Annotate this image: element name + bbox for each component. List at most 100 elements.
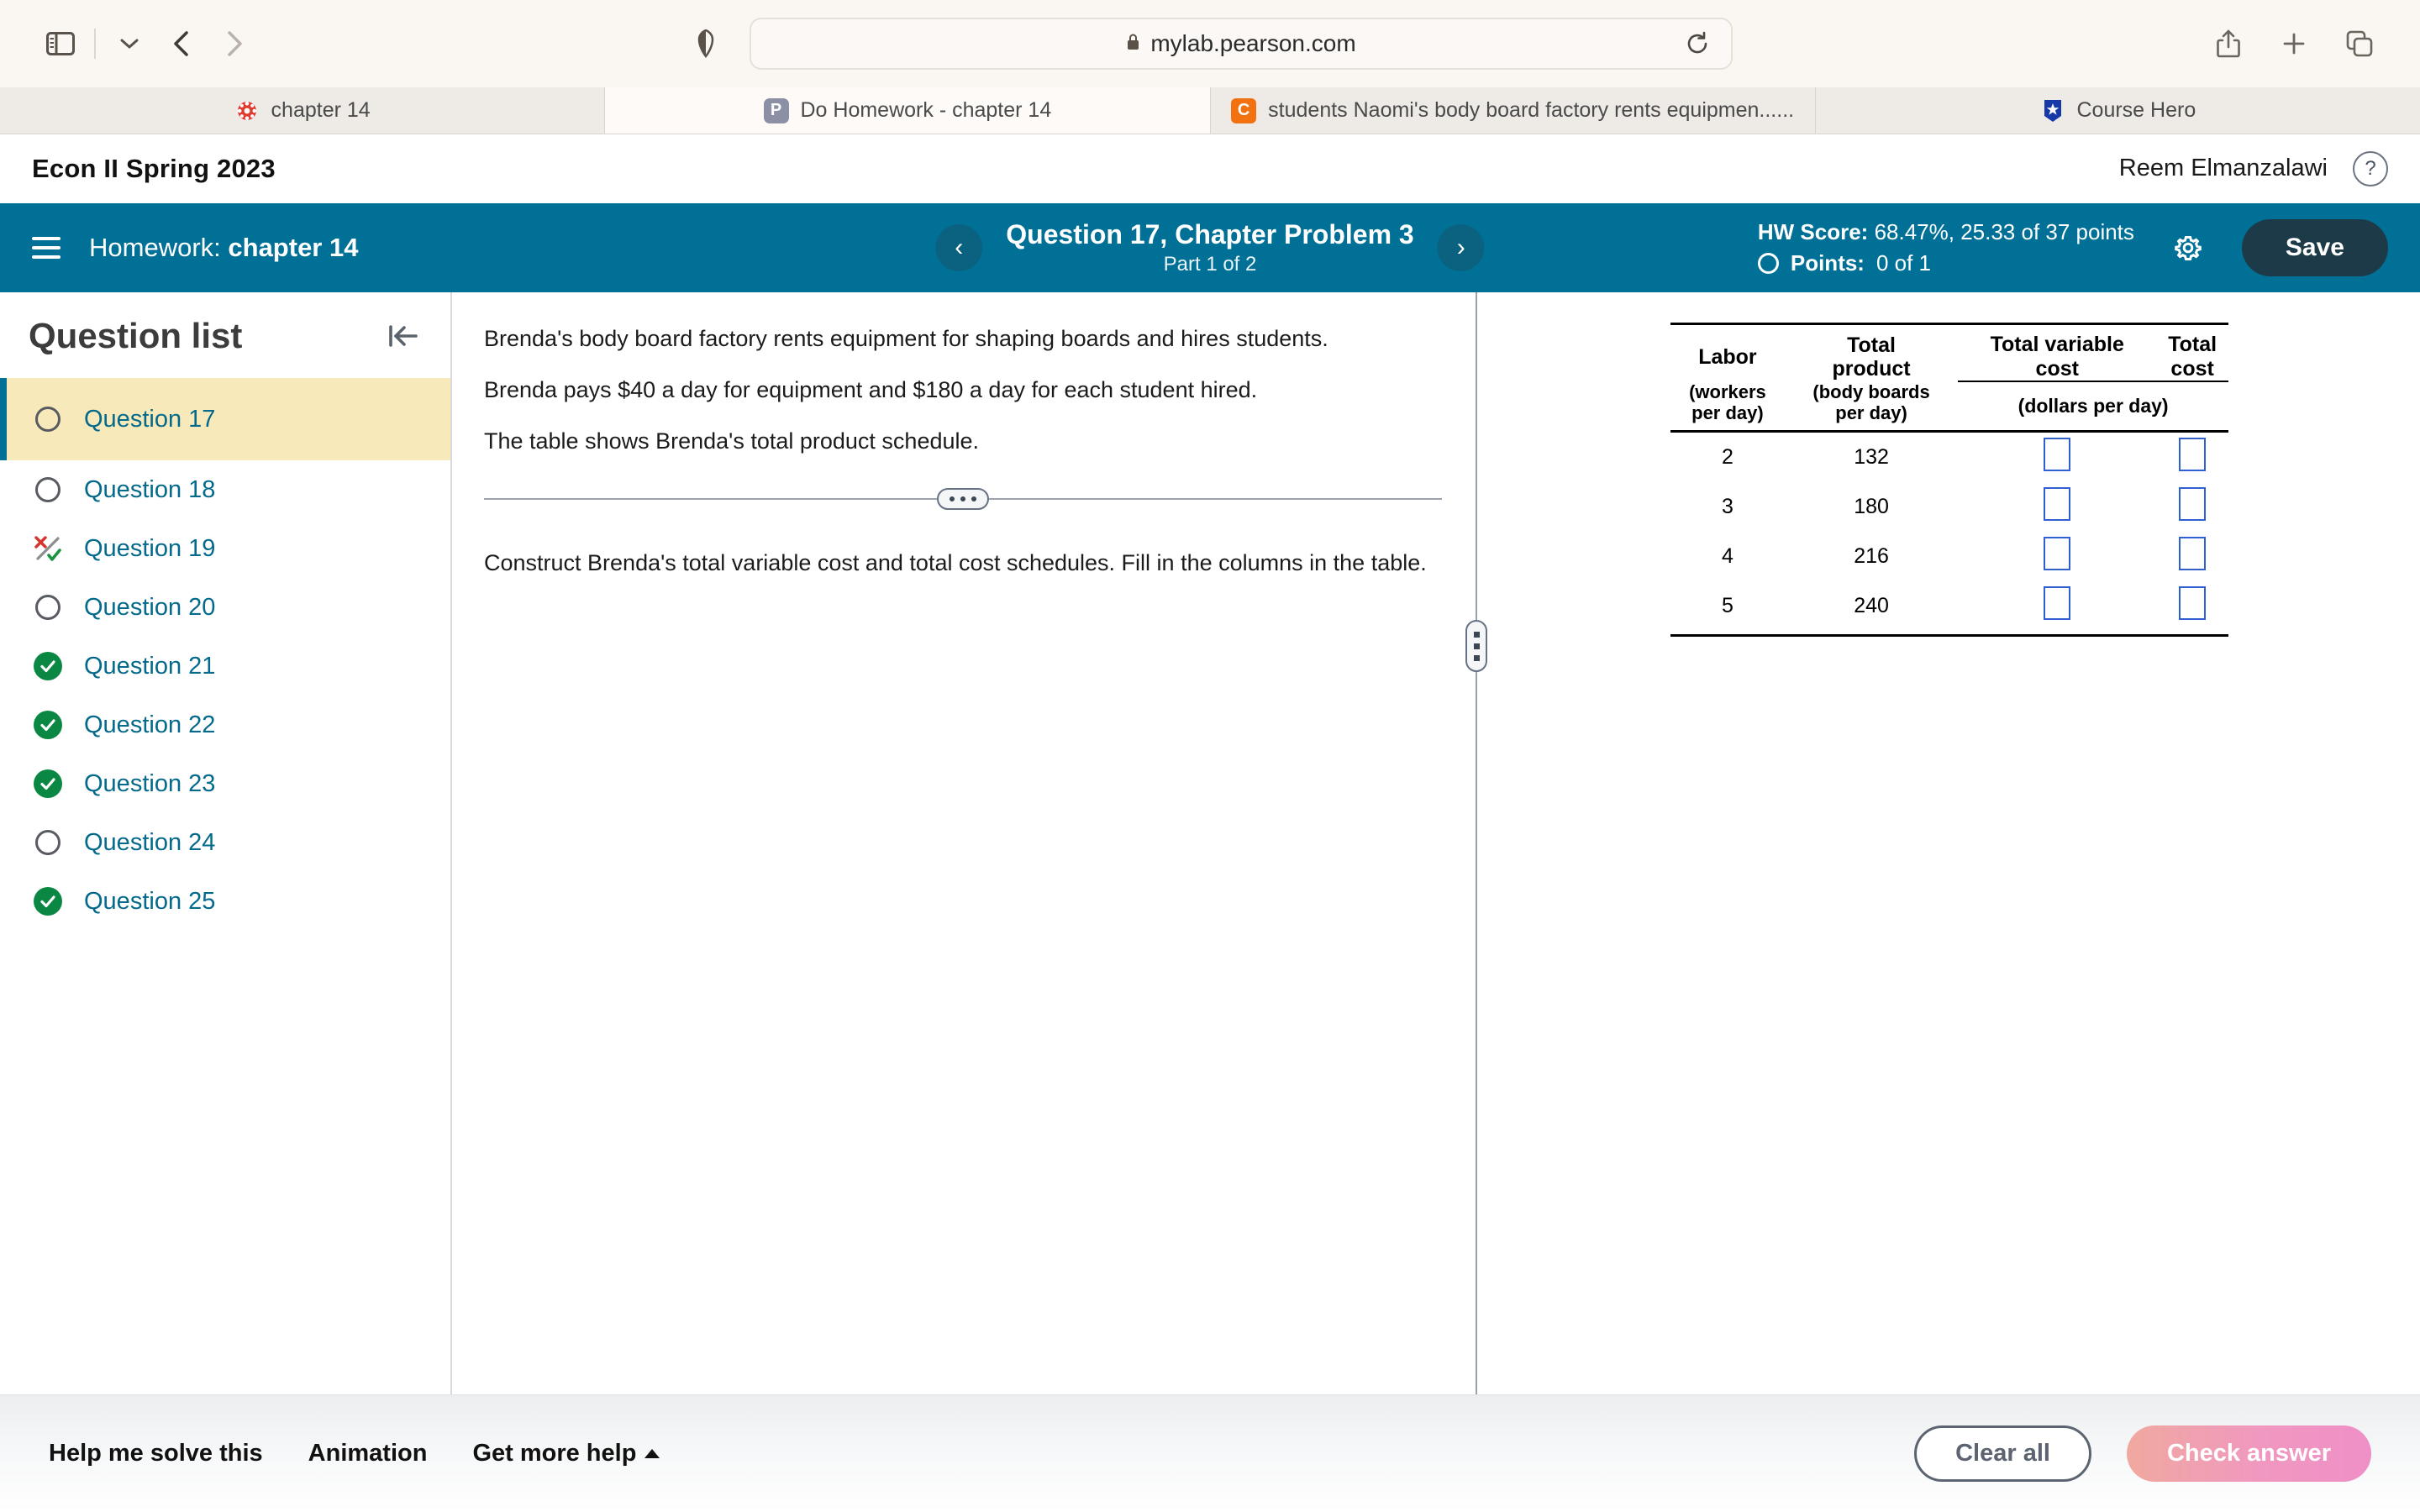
- save-button[interactable]: Save: [2241, 219, 2388, 276]
- tc-input-box[interactable]: [2179, 537, 2207, 571]
- browser-tab-label: Course Hero: [2076, 98, 2196, 122]
- chevron-down-icon[interactable]: [106, 20, 153, 67]
- browser-nav-group: [37, 20, 257, 67]
- help-me-solve-this-button[interactable]: Help me solve this: [49, 1440, 263, 1467]
- tc-input-box[interactable]: [2179, 487, 2207, 522]
- question-content: Brenda's body board factory rents equipm…: [452, 292, 2420, 1394]
- sidebar-item-question-19[interactable]: Question 19: [0, 519, 450, 578]
- gear-icon[interactable]: [2171, 231, 2205, 265]
- status-correct-icon: [34, 652, 62, 680]
- homework-prefix: Homework:: [89, 233, 221, 262]
- user-name: Reem Elmanzalawi: [2118, 155, 2328, 181]
- table-pane: Labor Total product Total variable cost …: [1477, 292, 2420, 1394]
- cell-labor: 4: [1721, 544, 1733, 569]
- sidebar-item-label: Question 21: [84, 652, 216, 680]
- animation-button[interactable]: Animation: [308, 1440, 428, 1467]
- tvc-input-box[interactable]: [2044, 586, 2071, 621]
- sidebar-item-question-20[interactable]: Question 20: [0, 578, 450, 637]
- product-main-label-1: Total: [1847, 333, 1896, 357]
- score-lines: HW Score: 68.47%, 25.33 of 37 points Poi…: [1757, 217, 2134, 279]
- tvc-input-box[interactable]: [2044, 537, 2071, 571]
- problem-line: Brenda pays $40 a day for equipment and …: [484, 377, 1258, 403]
- status-open-icon: [34, 593, 62, 622]
- question-title-block: Question 17, Chapter Problem 3 Part 1 of…: [1006, 219, 1413, 276]
- cell-total-product: 180: [1854, 495, 1889, 519]
- labor-main-label: Labor: [1698, 344, 1757, 369]
- browser-tab-do-homework[interactable]: P Do Homework - chapter 14: [605, 87, 1211, 134]
- browser-tab-chapter-14[interactable]: chapter 14: [0, 87, 606, 134]
- address-bar-group: mylab.pearson.com: [687, 18, 1733, 70]
- status-correct-icon: [34, 769, 62, 798]
- tc-main-label-2: cost: [2170, 356, 2214, 381]
- total-product-table: Labor Total product Total variable cost …: [1670, 323, 2228, 638]
- cell-total-variable-cost: [1958, 482, 2156, 532]
- column-header-labor: Labor: [1670, 324, 1785, 382]
- tc-input-box[interactable]: [2179, 438, 2207, 472]
- course-title: Econ II Spring 2023: [32, 153, 276, 183]
- sidebar-item-question-24[interactable]: Question 24: [0, 813, 450, 872]
- question-list-sidebar: Question list Question 17 Question 18 Qu…: [0, 292, 452, 1394]
- status-correct-icon: [34, 887, 62, 916]
- tab-overview-icon[interactable]: [2336, 20, 2383, 67]
- action-bar: Help me solve this Animation Get more he…: [0, 1394, 2420, 1512]
- app-body: Question list Question 17 Question 18 Qu…: [0, 292, 2420, 1394]
- points-status-icon: [1757, 252, 1779, 274]
- question-navigator: ‹ Question 17, Chapter Problem 3 Part 1 …: [935, 219, 1485, 276]
- shield-icon[interactable]: [687, 25, 724, 62]
- lock-icon: [1126, 33, 1140, 55]
- sidebar-item-question-18[interactable]: Question 18: [0, 460, 450, 519]
- table-row: 2 132: [1670, 432, 2228, 483]
- next-question-button[interactable]: ›: [1437, 224, 1485, 271]
- caret-up-icon: [644, 1449, 660, 1458]
- help-icon[interactable]: ?: [2353, 150, 2388, 186]
- cell-total-variable-cost: [1958, 432, 2156, 483]
- browser-actions-group: [2205, 20, 2383, 67]
- expand-dots-button[interactable]: [937, 488, 989, 511]
- previous-question-button[interactable]: ‹: [935, 224, 983, 271]
- help-links: Help me solve this Animation Get more he…: [49, 1440, 660, 1467]
- sidebar-item-label: Question 22: [84, 711, 216, 738]
- collapse-left-icon[interactable]: [385, 321, 422, 351]
- tc-input-box[interactable]: [2179, 586, 2207, 621]
- sidebar-icon[interactable]: [37, 20, 84, 67]
- sidebar-item-question-25[interactable]: Question 25: [0, 872, 450, 931]
- problem-line: The table shows Brenda's total product s…: [484, 428, 980, 454]
- table-row: 3 180: [1670, 482, 2228, 532]
- sidebar-item-question-22[interactable]: Question 22: [0, 696, 450, 754]
- divider-line-right: [989, 498, 1442, 501]
- check-answer-button[interactable]: Check answer: [2126, 1425, 2371, 1482]
- browser-tab-course-hero[interactable]: Course Hero: [1816, 87, 2420, 134]
- sidebar-item-label: Question 23: [84, 769, 216, 797]
- table-subheader-row: (workers per day) (body boards per day) …: [1670, 381, 2228, 433]
- problem-line: Brenda's body board factory rents equipm…: [484, 326, 1328, 351]
- sidebar-item-question-21[interactable]: Question 21: [0, 637, 450, 696]
- dollars-per-day-units: (dollars per day): [1958, 381, 2228, 433]
- table-row: 4 216: [1670, 532, 2228, 581]
- column-header-total-product: Total product: [1785, 324, 1958, 382]
- plus-icon[interactable]: [2270, 20, 2317, 67]
- sidebar-item-label: Question 25: [84, 887, 216, 915]
- share-icon[interactable]: [2205, 20, 2252, 67]
- url-text: mylab.pearson.com: [1150, 30, 1356, 56]
- browser-tab-chegg[interactable]: C students Naomi's body board factory re…: [1211, 87, 1816, 134]
- section-divider: [484, 488, 1442, 511]
- get-more-help-button[interactable]: Get more help: [472, 1440, 660, 1467]
- homework-name: chapter 14: [228, 233, 359, 262]
- points-line: Points: 0 of 1: [1757, 248, 2134, 279]
- question-part-label: Part 1 of 2: [1163, 253, 1257, 276]
- back-icon[interactable]: [158, 20, 205, 67]
- reload-icon[interactable]: [1686, 31, 1709, 56]
- sidebar-item-question-17[interactable]: Question 17: [0, 378, 450, 460]
- product-main-label-2: product: [1832, 357, 1911, 381]
- sidebar-item-question-23[interactable]: Question 23: [0, 754, 450, 813]
- menu-icon[interactable]: [32, 237, 60, 259]
- address-bar[interactable]: mylab.pearson.com: [750, 18, 1733, 70]
- tvc-input-box[interactable]: [2044, 438, 2071, 472]
- forward-icon[interactable]: [210, 20, 257, 67]
- task-instruction: Construct Brenda's total variable cost a…: [484, 550, 1427, 576]
- score-block: HW Score: 68.47%, 25.33 of 37 points Poi…: [1757, 217, 2388, 279]
- tvc-input-box[interactable]: [2044, 487, 2071, 522]
- sidebar-title: Question list: [29, 316, 243, 355]
- chegg-icon: C: [1231, 97, 1257, 123]
- clear-all-button[interactable]: Clear all: [1914, 1425, 2091, 1482]
